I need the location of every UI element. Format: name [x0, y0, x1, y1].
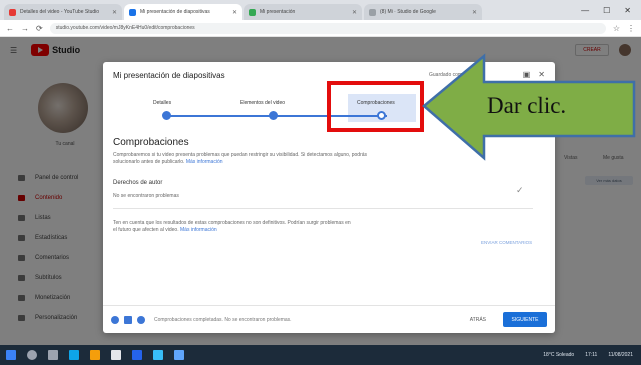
- send-feedback-link[interactable]: ENVIAR COMENTARIOS: [481, 240, 532, 245]
- url-field[interactable]: studio.youtube.com/video/mJ8yKnE4Hu0/edi…: [49, 22, 606, 34]
- red-highlight-box: [327, 81, 424, 132]
- browser-tab[interactable]: Detalles del video - YouTube Studio ✕: [4, 4, 122, 20]
- tab-favicon-icon: [9, 8, 16, 16]
- note-text: Ten en cuenta que los resultados de esta…: [113, 220, 351, 233]
- task-view-icon[interactable]: [48, 350, 58, 360]
- address-bar: ← → ⟳ studio.youtube.com/video/mJ8yKnE4H…: [0, 20, 641, 37]
- callout-text: Dar clic.: [487, 93, 567, 118]
- windows-taskbar: 18°C Soleado 17:11 11/08/2021: [0, 345, 641, 365]
- checkmark-icon: ✓: [516, 185, 524, 195]
- learn-more-link[interactable]: Más información: [186, 159, 223, 165]
- hd-icon: [124, 315, 132, 324]
- copyright-title: Derechos de autor: [113, 180, 163, 186]
- maximize-icon[interactable]: ☐: [603, 6, 610, 15]
- tab-favicon-icon: [249, 8, 256, 16]
- tab-label: Mi presentación: [260, 9, 296, 15]
- forward-arrow-icon[interactable]: →: [21, 24, 29, 33]
- file-explorer-icon[interactable]: [90, 350, 100, 360]
- step-dot-elements[interactable]: [269, 111, 278, 120]
- windows-start-icon[interactable]: [6, 350, 16, 360]
- close-tab-icon[interactable]: ✕: [352, 9, 357, 16]
- minimize-icon[interactable]: —: [581, 6, 589, 15]
- section-description: Comprobaremos si tu video presenta probl…: [113, 152, 373, 166]
- browser-tab-bar: Detalles del video - YouTube Studio ✕ Mi p…: [0, 0, 641, 20]
- clock-date[interactable]: 11/08/2021: [608, 352, 633, 358]
- window-controls: — ☐ ✕: [581, 6, 641, 15]
- search-icon[interactable]: [27, 350, 37, 360]
- browser-tab[interactable]: (8) Mi · Studio de Google ✕: [364, 4, 482, 20]
- next-button[interactable]: SIGUIENTE: [503, 312, 547, 327]
- browser-tab[interactable]: Mi presentación de diapositivas ✕: [124, 4, 242, 20]
- browser-tab[interactable]: Mi presentación ✕: [244, 4, 362, 20]
- check-circle-icon: [137, 315, 145, 324]
- back-button[interactable]: ATRÁS: [470, 317, 486, 323]
- edge-icon[interactable]: [69, 350, 79, 360]
- tab-label: Mi presentación de diapositivas: [140, 9, 210, 15]
- menu-dots-icon[interactable]: ⋮: [627, 24, 635, 33]
- weather-text[interactable]: 18°C Soleado: [543, 352, 574, 358]
- star-icon[interactable]: ☆: [613, 24, 620, 33]
- step-dot-details[interactable]: [162, 111, 171, 120]
- tab-label: (8) Mi · Studio de Google: [380, 9, 436, 15]
- tab-label: Detalles del video - YouTube Studio: [20, 9, 100, 15]
- close-tab-icon[interactable]: ✕: [232, 9, 237, 16]
- close-tab-icon[interactable]: ✕: [472, 9, 477, 16]
- photos-icon[interactable]: [174, 350, 184, 360]
- back-arrow-icon[interactable]: ←: [6, 24, 14, 33]
- mail-icon[interactable]: [153, 350, 163, 360]
- upload-icon: [111, 315, 119, 324]
- tab-favicon-icon: [369, 8, 376, 16]
- disclaimer-note: Ten en cuenta que los resultados de esta…: [113, 220, 353, 234]
- close-window-icon[interactable]: ✕: [624, 6, 631, 15]
- divider: [113, 208, 533, 209]
- step-label-details[interactable]: Detalles: [153, 100, 171, 106]
- store-icon[interactable]: [111, 350, 121, 360]
- reload-icon[interactable]: ⟳: [36, 24, 43, 33]
- note-learn-more-link[interactable]: Más información: [180, 227, 217, 233]
- dialog-footer: Comprobaciones completadas. No se encont…: [103, 305, 555, 333]
- word-icon[interactable]: [132, 350, 142, 360]
- copyright-status: No se encontraron problemas: [113, 193, 179, 199]
- clock-time[interactable]: 17:11: [585, 352, 597, 358]
- section-title: Comprobaciones: [113, 137, 189, 148]
- section-text: Comprobaremos si tu video presenta probl…: [113, 152, 368, 165]
- dialog-title: Mi presentación de diapositivas: [113, 71, 225, 80]
- close-tab-icon[interactable]: ✕: [112, 9, 117, 16]
- tab-favicon-icon: [129, 8, 136, 16]
- step-label-elements[interactable]: Elementos del video: [240, 100, 285, 106]
- footer-status: Comprobaciones completadas. No se encont…: [154, 316, 292, 323]
